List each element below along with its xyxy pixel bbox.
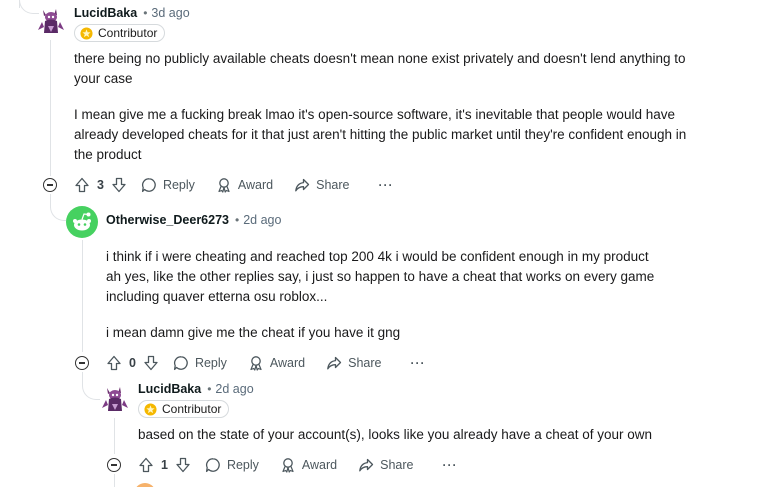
- award-button[interactable]: Award: [248, 355, 305, 371]
- share-button[interactable]: Share: [326, 355, 382, 371]
- award-ribbon-icon: [250, 356, 262, 371]
- reply-button[interactable]: Reply: [205, 457, 259, 473]
- share-button[interactable]: Share: [358, 457, 414, 473]
- thread-curve-c2: [50, 200, 66, 221]
- thread-line-c3-branch: [114, 474, 115, 487]
- upvote-arrow-icon[interactable]: [106, 355, 122, 371]
- body-line: ah yes, like the other replies say, i ju…: [106, 269, 655, 284]
- action-bar: 0 Reply Award Share ···: [106, 352, 426, 374]
- more-options-button[interactable]: ···: [443, 458, 458, 472]
- share-label: Share: [348, 356, 382, 370]
- thread-line-c3: [114, 418, 115, 454]
- body-line: including quaver etterna osu roblox...: [106, 289, 328, 304]
- more-options-button[interactable]: ···: [379, 178, 394, 192]
- award-label: Award: [301, 458, 338, 472]
- award-label: Award: [269, 356, 306, 370]
- collapse-minus-icon[interactable]: [107, 458, 121, 472]
- user-flair: Contributor: [138, 400, 230, 418]
- thread-curve-c3: [82, 378, 100, 400]
- avatar-dragon-icon[interactable]: [100, 384, 130, 414]
- action-bar: 3 Reply Award Share ···: [74, 174, 394, 196]
- comment-meta: Otherwise_Deer6273 • 2d ago: [106, 213, 281, 227]
- share-arrow-icon: [359, 458, 374, 472]
- author-name[interactable]: LucidBaka: [138, 382, 201, 396]
- meta-separator: •: [143, 6, 148, 20]
- downvote-arrow-icon[interactable]: [143, 355, 159, 371]
- collapse-minus-icon[interactable]: [75, 356, 89, 370]
- upvote-arrow-icon[interactable]: [138, 457, 154, 473]
- comment-body: there being no publicly available cheats…: [74, 49, 686, 165]
- share-arrow-icon: [295, 178, 310, 192]
- share-arrow-icon: [327, 356, 342, 370]
- share-label: Share: [380, 458, 414, 472]
- avatar-dragon-icon[interactable]: [36, 6, 66, 36]
- thread-line-c2: [82, 240, 83, 352]
- user-flair: Contributor: [74, 24, 166, 42]
- star-icon: [80, 26, 93, 40]
- award-ribbon-icon: [218, 178, 230, 193]
- avatar-snoo-icon[interactable]: [66, 206, 98, 238]
- author-name[interactable]: LucidBaka: [74, 6, 137, 20]
- body-line: the product: [74, 147, 142, 162]
- share-label: Share: [316, 178, 350, 192]
- body-line: [74, 89, 686, 105]
- downvote-arrow-icon[interactable]: [111, 177, 127, 193]
- reply-label: Reply: [226, 458, 259, 472]
- flair-label: Contributor: [162, 402, 222, 416]
- star-icon: [144, 402, 157, 416]
- speech-bubble-icon: [141, 178, 156, 193]
- vote-count: 0: [129, 356, 136, 370]
- reply-button[interactable]: Reply: [173, 355, 227, 371]
- share-button[interactable]: Share: [294, 177, 350, 193]
- vote-count: 3: [97, 178, 104, 192]
- reply-label: Reply: [194, 356, 227, 370]
- timestamp[interactable]: 2d ago: [243, 213, 281, 227]
- comment-meta: LucidBaka • 2d ago: [138, 382, 254, 396]
- comment-meta: LucidBaka • 3d ago: [74, 6, 190, 20]
- award-button[interactable]: Award: [216, 177, 273, 193]
- award-button[interactable]: Award: [280, 457, 337, 473]
- award-ribbon-icon: [282, 458, 294, 473]
- reply-button[interactable]: Reply: [141, 177, 195, 193]
- action-bar: 1 Reply Award Share ···: [138, 454, 458, 476]
- comment-body: i think if i were cheating and reached t…: [106, 247, 654, 343]
- body-line: based on the state of your account(s), l…: [138, 427, 653, 442]
- timestamp[interactable]: 3d ago: [151, 6, 189, 20]
- body-line: i think if i were cheating and reached t…: [106, 249, 649, 264]
- next-reply-avatar[interactable]: [134, 483, 156, 487]
- flair-label: Contributor: [98, 26, 158, 40]
- thread-line-c1: [50, 40, 51, 176]
- vote-count: 1: [161, 458, 168, 472]
- speech-bubble-icon: [205, 458, 220, 473]
- downvote-arrow-icon[interactable]: [175, 457, 191, 473]
- body-line: already developed cheats for it that jus…: [74, 127, 687, 142]
- timestamp[interactable]: 2d ago: [215, 382, 253, 396]
- meta-separator: •: [207, 382, 212, 396]
- body-line: I mean give me a fucking break lmao it's…: [74, 107, 675, 122]
- upvote-arrow-icon[interactable]: [74, 177, 90, 193]
- award-label: Award: [237, 178, 274, 192]
- body-line: i mean damn give me the cheat if you hav…: [106, 325, 401, 340]
- more-options-button[interactable]: ···: [411, 356, 426, 370]
- body-line: your case: [74, 71, 133, 86]
- speech-bubble-icon: [173, 356, 188, 371]
- comment-body: based on the state of your account(s), l…: [138, 425, 652, 445]
- reply-label: Reply: [162, 178, 195, 192]
- meta-separator: •: [235, 213, 240, 227]
- body-line: there being no publicly available cheats…: [74, 51, 686, 66]
- collapse-minus-icon[interactable]: [43, 178, 57, 192]
- body-line: [106, 307, 654, 323]
- author-name[interactable]: Otherwise_Deer6273: [106, 213, 229, 227]
